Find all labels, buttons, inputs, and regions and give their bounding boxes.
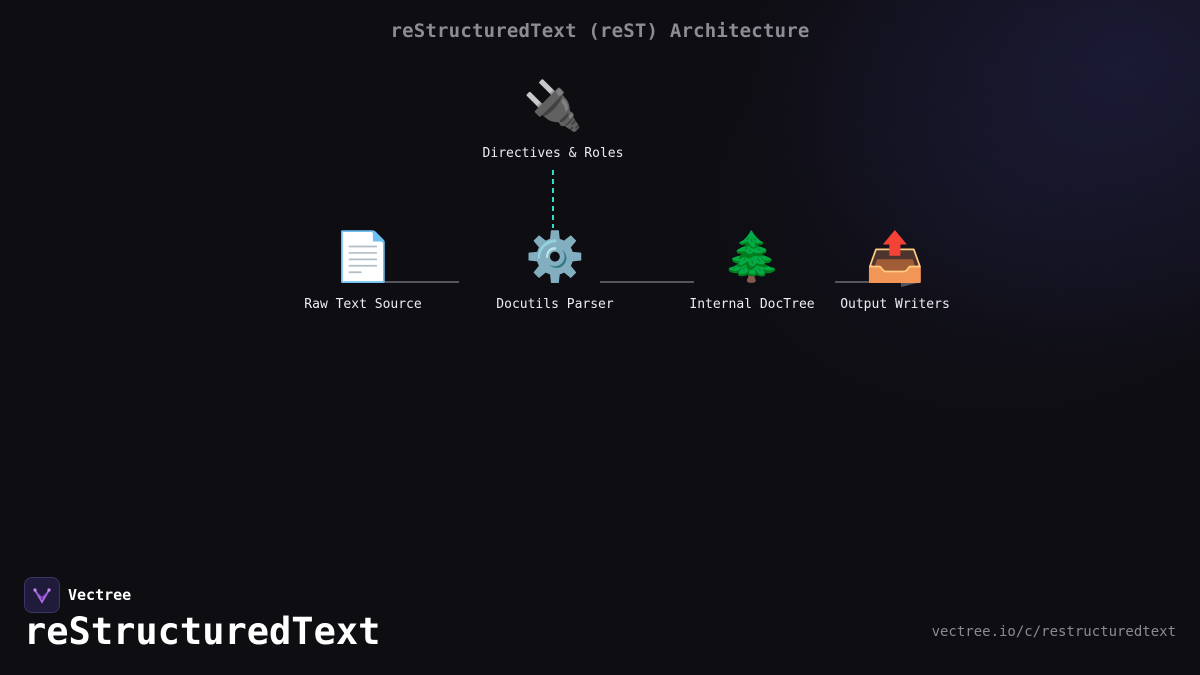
node-label: Internal DocTree	[689, 297, 815, 312]
node-writers[interactable]: 📤 Output Writers	[830, 229, 960, 312]
node-label: Raw Text Source	[304, 297, 422, 312]
gear-icon: ⚙️	[525, 229, 585, 285]
node-label: Output Writers	[840, 297, 950, 312]
node-directives[interactable]: 🔌 Directives & Roles	[474, 78, 632, 161]
node-doctree[interactable]: 🌲 Internal DocTree	[682, 229, 822, 312]
brand[interactable]: Vectree	[24, 577, 131, 613]
node-label: Directives & Roles	[482, 146, 624, 161]
outbox-icon: 📤	[865, 229, 925, 285]
page-heading: reStructuredText	[24, 610, 381, 653]
plug-icon: 🔌	[523, 78, 583, 134]
node-raw-text[interactable]: 📄 Raw Text Source	[293, 229, 433, 312]
footer-url[interactable]: vectree.io/c/restructuredtext	[932, 624, 1176, 640]
document-icon: 📄	[333, 229, 393, 285]
node-label: Docutils Parser	[496, 297, 614, 312]
node-parser[interactable]: ⚙️ Docutils Parser	[485, 229, 625, 312]
brand-name: Vectree	[68, 586, 132, 604]
tree-icon: 🌲	[722, 229, 782, 285]
vectree-logo-icon	[24, 577, 60, 613]
